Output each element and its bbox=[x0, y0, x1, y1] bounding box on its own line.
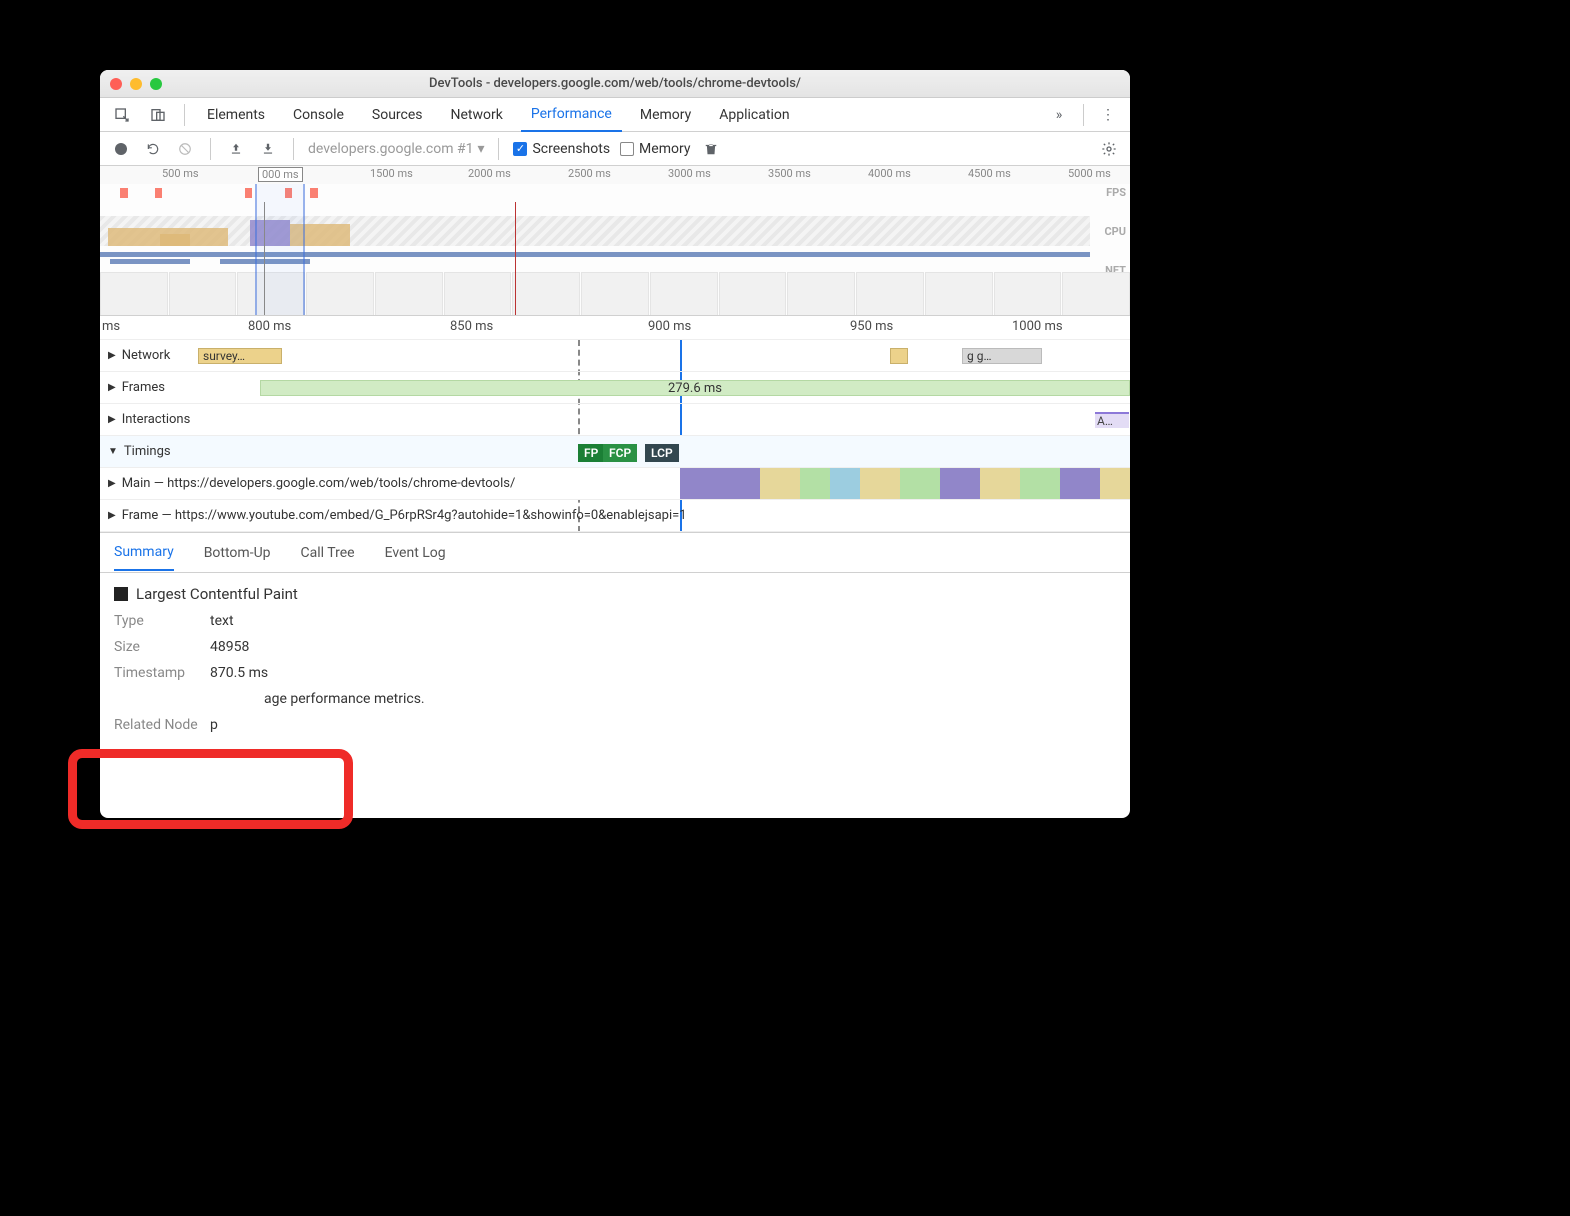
frame-track[interactable]: ▶ Frame — https://www.youtube.com/embed/… bbox=[100, 500, 1130, 532]
timeline-overview[interactable]: 500 ms 000 ms 1500 ms 2000 ms 2500 ms 30… bbox=[100, 166, 1130, 316]
divider bbox=[1083, 104, 1084, 126]
expand-icon[interactable]: ▶ bbox=[108, 414, 116, 425]
network-item[interactable] bbox=[890, 348, 908, 364]
upload-icon[interactable] bbox=[225, 138, 247, 160]
details-text: age performance metrics. bbox=[264, 691, 1116, 707]
checkbox-icon bbox=[620, 142, 634, 156]
collapse-icon[interactable]: ▼ bbox=[108, 446, 118, 457]
clear-icon[interactable] bbox=[174, 138, 196, 160]
overview-marker-red bbox=[515, 202, 516, 315]
lcp-badge[interactable]: LCP bbox=[645, 444, 679, 462]
related-node-link[interactable]: p bbox=[210, 717, 218, 733]
divider bbox=[498, 138, 499, 160]
overflow-icon[interactable]: » bbox=[1045, 101, 1073, 129]
flamechart[interactable]: ms 800 ms 850 ms 900 ms 950 ms 1000 ms ▶… bbox=[100, 316, 1130, 533]
cpu-lane bbox=[100, 216, 1090, 246]
network-track[interactable]: ▶ Network survey… g g… bbox=[100, 340, 1130, 372]
tab-bottomup[interactable]: Bottom-Up bbox=[204, 536, 271, 570]
dropdown-icon: ▾ bbox=[477, 141, 484, 157]
tab-summary[interactable]: Summary bbox=[114, 535, 174, 571]
tab-calltree[interactable]: Call Tree bbox=[301, 536, 355, 570]
devtools-window: DevTools - developers.google.com/web/too… bbox=[100, 70, 1130, 818]
main-track[interactable]: ▶ Main — https://developers.google.com/w… bbox=[100, 468, 1130, 500]
net-lane bbox=[100, 252, 1090, 264]
interaction-item[interactable]: A… bbox=[1095, 412, 1129, 428]
gear-icon[interactable] bbox=[1098, 138, 1120, 160]
device-toggle-icon[interactable] bbox=[144, 101, 172, 129]
network-item[interactable]: g g… bbox=[962, 348, 1042, 364]
overview-marker bbox=[264, 202, 265, 315]
flame-ticks: ms 800 ms 850 ms 900 ms 950 ms 1000 ms bbox=[100, 316, 1130, 340]
frame-bar[interactable]: 279.6 ms bbox=[260, 380, 1130, 396]
frames-track[interactable]: ▶ Frames 279.6 ms bbox=[100, 372, 1130, 404]
memory-checkbox[interactable]: Memory bbox=[620, 141, 690, 157]
tab-performance[interactable]: Performance bbox=[521, 98, 622, 132]
tab-network[interactable]: Network bbox=[441, 98, 513, 132]
divider bbox=[210, 138, 211, 160]
tab-application[interactable]: Application bbox=[709, 98, 799, 132]
titlebar: DevTools - developers.google.com/web/too… bbox=[100, 70, 1130, 98]
tab-memory[interactable]: Memory bbox=[630, 98, 701, 132]
perf-toolbar: developers.google.com #1 ▾ ✓Screenshots … bbox=[100, 132, 1130, 166]
expand-icon[interactable]: ▶ bbox=[108, 350, 116, 361]
divider bbox=[184, 104, 185, 126]
color-marker bbox=[114, 587, 128, 601]
interactions-track[interactable]: ▶ Interactions A… bbox=[100, 404, 1130, 436]
divider bbox=[293, 138, 294, 160]
tab-sources[interactable]: Sources bbox=[362, 98, 433, 132]
network-item[interactable]: survey… bbox=[198, 348, 282, 364]
main-tabs: Elements Console Sources Network Perform… bbox=[100, 98, 1130, 132]
expand-icon[interactable]: ▶ bbox=[108, 382, 116, 393]
expand-icon[interactable]: ▶ bbox=[108, 478, 116, 489]
result-tabs: Summary Bottom-Up Call Tree Event Log bbox=[100, 533, 1130, 573]
screenshots-checkbox[interactable]: ✓Screenshots bbox=[513, 141, 610, 157]
checkbox-icon: ✓ bbox=[513, 142, 527, 156]
task-bars[interactable] bbox=[680, 468, 1130, 499]
trash-icon[interactable] bbox=[700, 138, 722, 160]
reload-icon[interactable] bbox=[142, 138, 164, 160]
download-icon[interactable] bbox=[257, 138, 279, 160]
kebab-icon[interactable]: ⋮ bbox=[1094, 101, 1122, 129]
window-title: DevTools - developers.google.com/web/too… bbox=[100, 76, 1130, 91]
overview-selection[interactable] bbox=[255, 184, 305, 315]
fps-lane bbox=[100, 188, 1090, 198]
timings-track[interactable]: ▼ Timings FP FCP LCP bbox=[100, 436, 1130, 468]
overview-ticks: 500 ms 000 ms 1500 ms 2000 ms 2500 ms 30… bbox=[100, 166, 1130, 184]
tab-eventlog[interactable]: Event Log bbox=[385, 536, 446, 570]
record-icon[interactable] bbox=[110, 138, 132, 160]
inspect-icon[interactable] bbox=[108, 101, 136, 129]
tab-elements[interactable]: Elements bbox=[197, 98, 275, 132]
expand-icon[interactable]: ▶ bbox=[108, 510, 116, 521]
fcp-badge[interactable]: FCP bbox=[603, 444, 637, 462]
summary-panel: Largest Contentful Paint Typetext Size48… bbox=[100, 573, 1130, 745]
fp-badge[interactable]: FP bbox=[578, 444, 604, 462]
summary-title: Largest Contentful Paint bbox=[114, 585, 1116, 603]
tab-console[interactable]: Console bbox=[283, 98, 354, 132]
recording-select[interactable]: developers.google.com #1 ▾ bbox=[308, 141, 484, 157]
